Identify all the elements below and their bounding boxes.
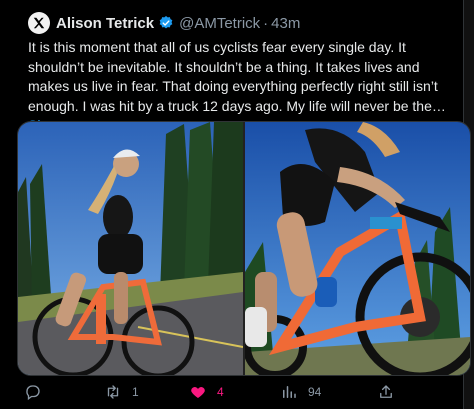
- tweet-header: Alison Tetrick @AMTetrick · 43m: [28, 11, 300, 35]
- tweet-body: It is this moment that all of us cyclist…: [28, 39, 446, 114]
- reply-button[interactable]: [24, 383, 52, 401]
- photo-cyclist-road[interactable]: [18, 122, 243, 375]
- action-bar: 1 4 94: [0, 380, 463, 408]
- retweet-button[interactable]: 1: [104, 383, 139, 401]
- author-name[interactable]: Alison Tetrick: [56, 15, 154, 32]
- timestamp[interactable]: 43m: [271, 15, 300, 32]
- photo-cyclist-closeup[interactable]: [245, 122, 470, 375]
- heart-icon: [191, 387, 205, 398]
- verified-badge-icon: [159, 16, 173, 29]
- media-grid: [17, 121, 471, 376]
- x-logo-icon[interactable]: [28, 12, 50, 34]
- share-button[interactable]: [377, 383, 405, 401]
- views-count: 94: [308, 385, 322, 399]
- like-count: 4: [217, 385, 224, 399]
- views-icon: [283, 386, 296, 398]
- separator-dot: ·: [263, 14, 269, 32]
- views-button[interactable]: 94: [280, 383, 321, 401]
- author-handle[interactable]: @AMTetrick: [179, 15, 260, 32]
- share-icon: [380, 385, 392, 398]
- retweet-count: 1: [132, 385, 139, 399]
- retweet-icon: [107, 385, 119, 399]
- like-button[interactable]: 4: [189, 383, 224, 401]
- tweet[interactable]: Alison Tetrick @AMTetrick · 43m It is th…: [0, 0, 471, 409]
- reply-icon: [26, 385, 40, 401]
